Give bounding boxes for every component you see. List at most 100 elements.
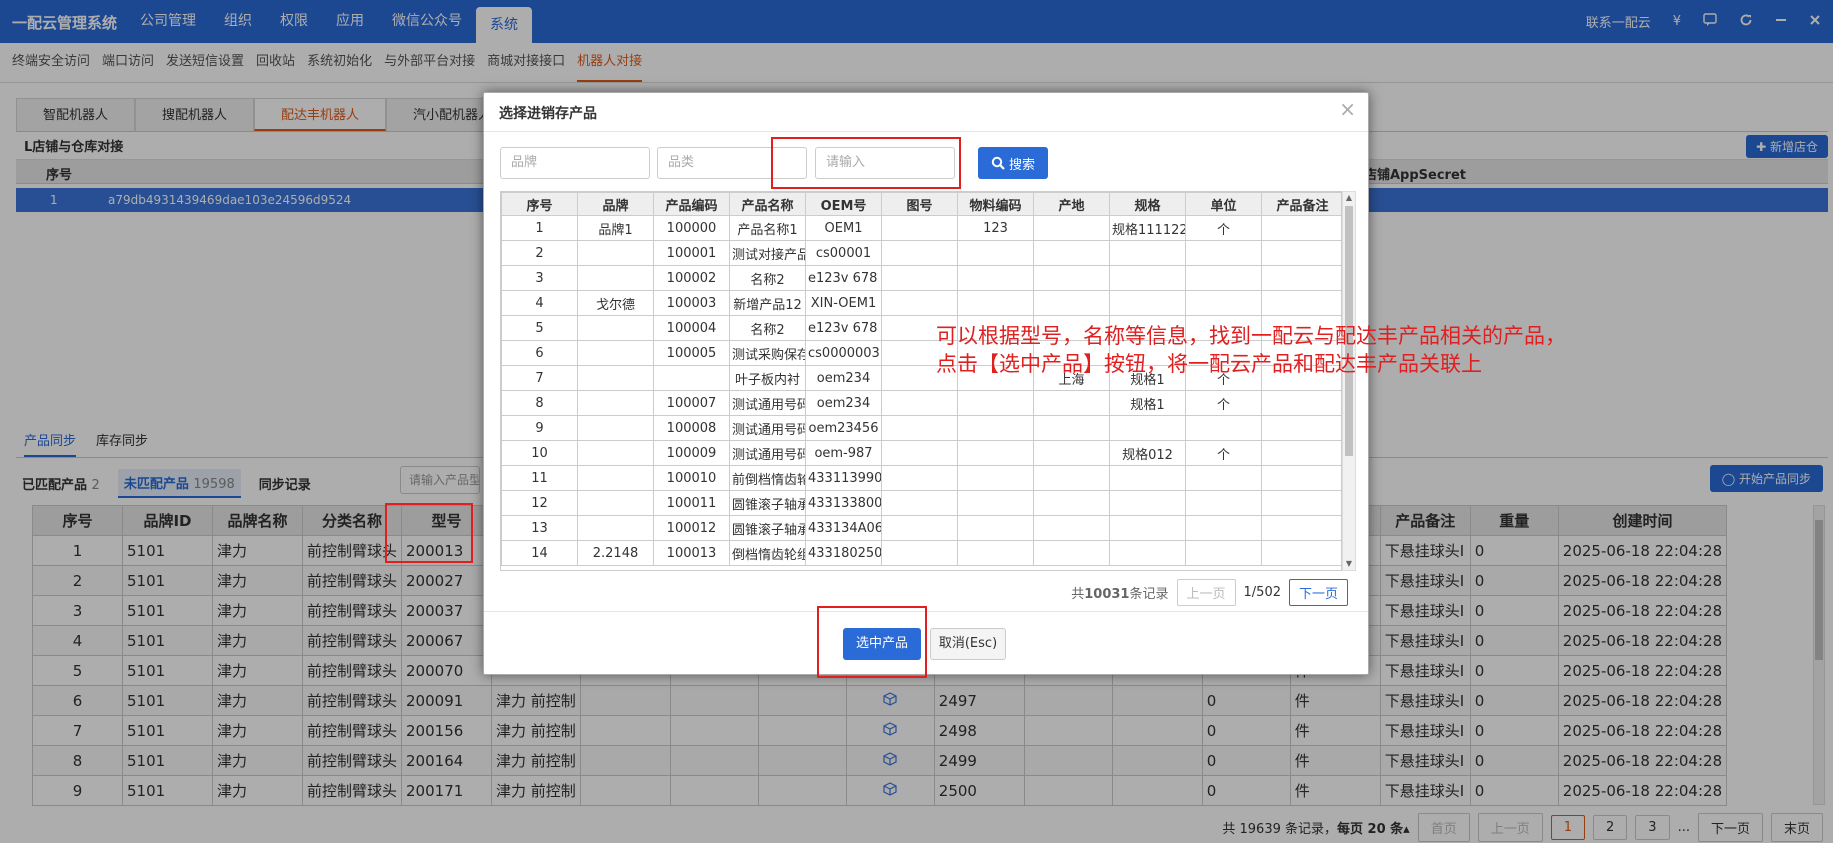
table-cell <box>1185 540 1262 566</box>
brand-input[interactable]: 品牌 <box>500 147 650 179</box>
table-cell: cs0000003 <box>805 340 882 366</box>
dialog-title: 选择进销存产品 <box>499 106 597 122</box>
table-cell: 品牌1 <box>577 215 654 241</box>
table-cell: 4331802500 <box>805 540 882 566</box>
table-cell <box>577 440 654 466</box>
table-cell: 10 <box>501 440 578 466</box>
table-cell: 名称2 <box>729 265 806 291</box>
dialog-next-button[interactable]: 下一页 <box>1288 578 1348 606</box>
table-cell: 100008 <box>653 415 730 441</box>
table-cell <box>881 265 958 291</box>
dialog-col-header: 物料编码 <box>957 192 1034 216</box>
table-cell <box>1261 240 1341 266</box>
table-row[interactable]: 2 100001 测试对接产品 cs00001 <box>501 240 1341 266</box>
table-cell <box>1033 540 1110 566</box>
dialog-table-scrollbar[interactable]: ▲ ▼ <box>1342 191 1356 571</box>
dialog-col-header: 产品编码 <box>653 192 730 216</box>
dialog-total: 共10031条记录 <box>1071 586 1169 602</box>
table-cell <box>577 365 654 391</box>
table-cell: 100003 <box>653 290 730 316</box>
cancel-button[interactable]: 取消(Esc) <box>930 628 1006 660</box>
table-cell: 7 <box>501 365 578 391</box>
table-cell: 5 <box>501 315 578 341</box>
table-cell <box>957 490 1034 516</box>
table-cell: 4 <box>501 290 578 316</box>
search-icon <box>991 156 1005 170</box>
table-cell: 测试通用号码 <box>729 390 806 416</box>
table-cell <box>957 440 1034 466</box>
table-row[interactable]: 13 100012圆锥滚子轴承433134A060 <box>501 515 1341 541</box>
table-cell <box>1109 465 1186 491</box>
table-cell <box>1109 490 1186 516</box>
table-cell <box>1033 390 1110 416</box>
table-row[interactable]: 142.2148100013倒档惰齿轮组4331802500 <box>501 540 1341 566</box>
table-cell <box>881 465 958 491</box>
table-row[interactable]: 8 100007 测试通用号码 oem234 规格1 个 <box>501 390 1341 416</box>
table-cell <box>577 340 654 366</box>
table-cell <box>577 265 654 291</box>
table-cell <box>577 415 654 441</box>
table-cell: 产品名称1 <box>729 215 806 241</box>
table-cell: 9 <box>501 415 578 441</box>
table-cell <box>1185 240 1262 266</box>
table-row[interactable]: 1品牌1100000产品名称1OEM1 123 规格1111223个 <box>501 215 1341 241</box>
dialog-page-indicator: 1/502 <box>1243 584 1281 600</box>
table-cell <box>1033 215 1110 241</box>
scroll-up-icon[interactable]: ▲ <box>1343 192 1355 204</box>
table-cell <box>957 240 1034 266</box>
table-cell: 个 <box>1185 440 1262 466</box>
table-cell <box>957 415 1034 441</box>
table-cell: 1 <box>501 215 578 241</box>
table-cell <box>881 540 958 566</box>
table-cell: oem234 <box>805 365 882 391</box>
dialog-col-header: 规格 <box>1109 192 1186 216</box>
table-cell <box>1185 265 1262 291</box>
table-cell: cs00001 <box>805 240 882 266</box>
table-cell <box>1033 515 1110 541</box>
table-row[interactable]: 10 100009 测试通用号码 oem-987 规格012 个 <box>501 440 1341 466</box>
scroll-down-icon[interactable]: ▼ <box>1343 558 1355 570</box>
dialog-prev-button[interactable]: 上一页 <box>1176 578 1236 606</box>
table-cell: 100012 <box>653 515 730 541</box>
table-cell: 100000 <box>653 215 730 241</box>
table-cell: 433134A060 <box>805 515 882 541</box>
table-row[interactable]: 3 100002名称2e123v 678 9 <box>501 265 1341 291</box>
dialog-col-header: 单位 <box>1185 192 1262 216</box>
table-cell: 戈尔德 <box>577 290 654 316</box>
table-cell <box>1033 490 1110 516</box>
table-cell <box>881 390 958 416</box>
table-cell: 3 <box>501 265 578 291</box>
table-cell: 前倒档惰齿轮 <box>729 465 806 491</box>
dialog-close-icon[interactable]: × <box>1339 97 1356 121</box>
table-row[interactable]: 12 100011圆锥滚子轴承4331338000 <box>501 490 1341 516</box>
table-cell: 100001 <box>653 240 730 266</box>
table-cell <box>1109 540 1186 566</box>
table-cell <box>1033 415 1110 441</box>
table-cell <box>1261 440 1341 466</box>
table-cell <box>957 515 1034 541</box>
table-cell <box>1261 390 1341 416</box>
table-cell <box>881 490 958 516</box>
table-cell: 11 <box>501 465 578 491</box>
highlight-model-column <box>385 503 473 563</box>
table-cell: 123 <box>957 215 1034 241</box>
table-cell: 新增产品12 <box>729 290 806 316</box>
table-row[interactable]: 4 戈尔德 100003 新增产品12 XIN-OEM1 <box>501 290 1341 316</box>
table-row[interactable]: 9 100008 测试通用号码 oem23456 <box>501 415 1341 441</box>
table-cell <box>957 290 1034 316</box>
dialog-col-header: 产品备注 <box>1261 192 1341 216</box>
table-cell: 13 <box>501 515 578 541</box>
table-cell <box>957 265 1034 291</box>
table-cell <box>1261 540 1341 566</box>
divider <box>484 131 1368 132</box>
table-cell <box>1185 490 1262 516</box>
table-cell: 100009 <box>653 440 730 466</box>
table-cell <box>881 415 958 441</box>
table-cell: 规格1 <box>1109 390 1186 416</box>
table-cell: 100013 <box>653 540 730 566</box>
search-button[interactable]: 搜索 <box>978 147 1048 179</box>
table-cell <box>1185 415 1262 441</box>
table-cell: oem23456 <box>805 415 882 441</box>
table-cell <box>957 540 1034 566</box>
table-row[interactable]: 11 100010前倒档惰齿轮4331139900 <box>501 465 1341 491</box>
